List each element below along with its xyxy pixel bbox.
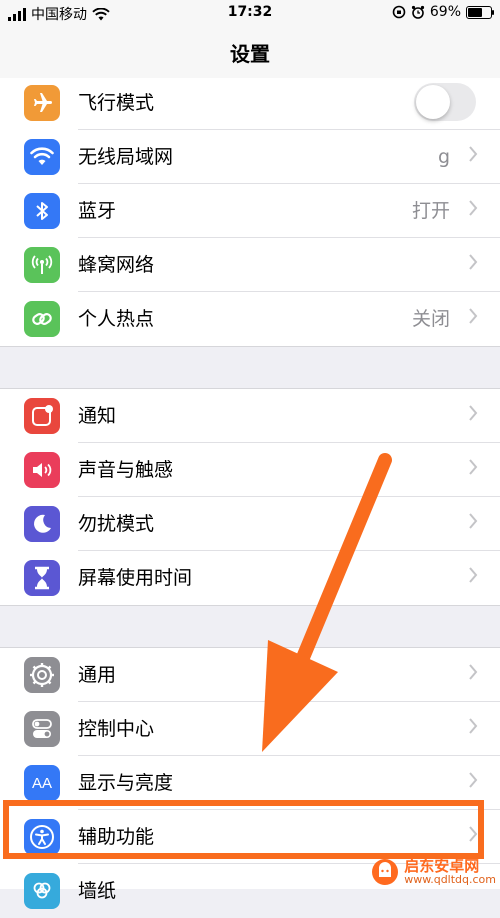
speaker-icon [24,452,60,488]
notification-icon [24,398,60,434]
hourglass-icon [24,560,60,596]
settings-row-sounds[interactable]: 声音与触感 [0,443,500,497]
settings-row-value: 关闭 [411,308,450,330]
wifi-icon [24,139,60,175]
settings-row-value: 打开 [411,200,450,222]
settings-row-wifi[interactable]: 无线局域网 g [0,130,500,184]
settings-row-notifications[interactable]: 通知 [0,389,500,443]
connectivity-group: 飞行模式 无线局域网 g 蓝牙 打开 蜂窝网络 个人热点 关闭 [0,78,500,346]
settings-row-label: 显示与亮度 [78,772,174,794]
settings-row-control-center[interactable]: 控制中心 [0,702,500,756]
settings-row-label: 个人热点 [78,308,155,330]
text-size-icon: AA [24,765,60,801]
chevron-right-icon [469,459,478,475]
moon-icon [24,506,60,542]
orientation-lock-icon [392,5,406,19]
logo-icon [372,859,399,885]
status-bar: 中国移动 17:32 69% [0,0,500,26]
toggles-icon [24,711,60,747]
settings-row-airplane-mode[interactable]: 飞行模式 [0,76,500,130]
chevron-right-icon [469,254,478,270]
chevron-right-icon [469,772,478,788]
settings-row-label: 勿扰模式 [78,513,155,535]
settings-row-label: 通知 [78,405,117,427]
alarm-icon [411,5,424,19]
settings-row-label: 屏幕使用时间 [78,567,193,589]
battery-percent: 69% [429,4,461,20]
settings-row-label: 通用 [78,664,117,686]
airplane-icon [24,85,60,121]
navigation-bar: 设置 [0,26,500,79]
notifications-group: 通知 声音与触感 勿扰模式 屏幕使用时间 [0,389,500,605]
settings-row-label: 墙纸 [78,880,117,902]
accessibility-highlight-box [3,800,484,859]
settings-row-bluetooth[interactable]: 蓝牙 打开 [0,184,500,238]
settings-row-cellular[interactable]: 蜂窝网络 [0,238,500,292]
page-title: 设置 [230,42,270,66]
settings-row-screen-time[interactable]: 屏幕使用时间 [0,551,500,605]
settings-row-label: 控制中心 [78,718,155,740]
chevron-right-icon [469,146,478,162]
settings-row-general[interactable]: 通用 [0,648,500,702]
chevron-right-icon [469,664,478,680]
wallpaper-icon [24,873,60,909]
airplane-mode-toggle[interactable] [414,83,476,121]
watermark-url: www.qdltdq.com [404,873,496,887]
settings-row-personal-hotspot[interactable]: 个人热点 关闭 [0,292,500,346]
site-watermark: 启东安卓网 www.qdltdq.com [370,857,496,887]
chevron-right-icon [469,513,478,529]
chevron-right-icon [469,200,478,216]
settings-row-label: 蜂窝网络 [78,254,155,276]
settings-row-label: 蓝牙 [78,200,117,222]
battery-icon [466,5,494,19]
settings-row-label: 声音与触感 [78,459,174,481]
settings-row-value: g [437,146,450,168]
hotspot-icon [24,301,60,337]
settings-row-do-not-disturb[interactable]: 勿扰模式 [0,497,500,551]
chevron-right-icon [469,718,478,734]
watermark-title: 启东安卓网 [404,856,480,875]
chevron-right-icon [469,567,478,583]
chevron-right-icon [469,308,478,324]
settings-row-label: 无线局域网 [78,146,174,168]
chevron-right-icon [469,405,478,421]
gear-icon [24,657,60,693]
settings-row-label: 飞行模式 [78,92,155,114]
antenna-icon [24,247,60,283]
bluetooth-icon [24,193,60,229]
